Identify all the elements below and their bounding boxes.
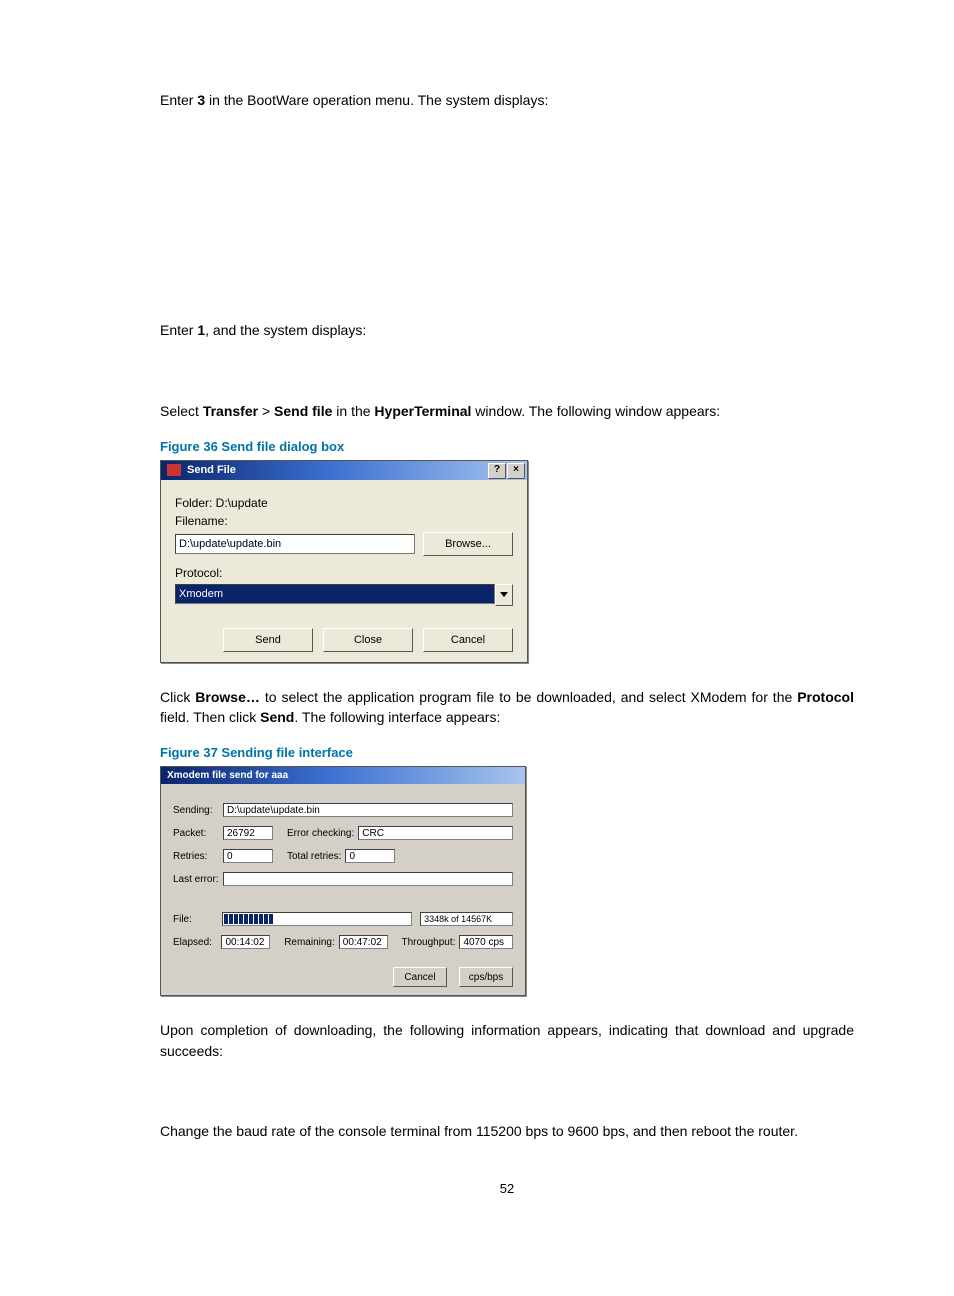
protocol-combo[interactable]: Xmodem xyxy=(175,584,513,606)
packet-value: 26792 xyxy=(223,826,273,840)
text: . The following interface appears: xyxy=(294,709,500,725)
elapsed-label: Elapsed: xyxy=(173,937,221,948)
text-bold: Send file xyxy=(274,403,332,419)
text: Select xyxy=(160,403,203,419)
xmodem-progress-dialog: Xmodem file send for aaa Sending: D:\upd… xyxy=(160,766,526,996)
filename-input[interactable] xyxy=(175,534,415,554)
text: Enter xyxy=(160,92,197,108)
total-retries-label: Total retries: xyxy=(287,851,341,862)
remaining-label: Remaining: xyxy=(284,937,335,948)
text: to select the application program file t… xyxy=(260,689,797,705)
text: in the BootWare operation menu. The syst… xyxy=(205,92,548,108)
app-icon xyxy=(167,464,181,476)
paragraph-5: Upon completion of downloading, the foll… xyxy=(160,1020,854,1061)
remaining-value: 00:47:02 xyxy=(339,935,388,949)
figure-36-caption: Figure 36 Send file dialog box xyxy=(160,439,854,454)
text-bold: Send xyxy=(260,709,294,725)
sending-label: Sending: xyxy=(173,805,223,816)
error-checking-label: Error checking: xyxy=(287,828,354,839)
total-retries-value: 0 xyxy=(345,849,395,863)
text-bold: Browse… xyxy=(195,689,260,705)
text: Enter xyxy=(160,322,197,338)
protocol-value: Xmodem xyxy=(175,584,495,604)
dropdown-button[interactable] xyxy=(495,584,513,606)
send-button[interactable]: Send xyxy=(223,628,313,652)
paragraph-2: Enter 1, and the system displays: xyxy=(160,320,854,340)
paragraph-4: Click Browse… to select the application … xyxy=(160,687,854,728)
window-title: Xmodem file send for aaa xyxy=(167,770,288,781)
close-dialog-button[interactable]: Close xyxy=(323,628,413,652)
filename-label: Filename: xyxy=(175,514,513,528)
chevron-down-icon xyxy=(500,592,508,597)
text-bold: 1 xyxy=(197,322,205,338)
last-error-value xyxy=(223,872,513,886)
send-file-dialog: Send File ? × Folder: D:\update Filename… xyxy=(160,460,528,663)
text: window. The following window appears: xyxy=(471,403,720,419)
text: Click xyxy=(160,689,195,705)
text-bold: 3 xyxy=(197,92,205,108)
sending-value: D:\update\update.bin xyxy=(223,803,513,817)
titlebar[interactable]: Send File ? × xyxy=(161,461,527,480)
window-title: Send File xyxy=(187,464,236,476)
text-bold: Transfer xyxy=(203,403,258,419)
text-bold: Protocol xyxy=(797,689,854,705)
cancel-button[interactable]: Cancel xyxy=(423,628,513,652)
progress-bar xyxy=(222,912,412,926)
throughput-value: 4070 cps xyxy=(459,935,513,949)
cancel-button[interactable]: Cancel xyxy=(393,967,447,987)
help-button[interactable]: ? xyxy=(488,463,506,479)
file-label: File: xyxy=(173,914,222,925)
file-progress-text: 3348k of 14567K xyxy=(420,912,513,926)
last-error-label: Last error: xyxy=(173,874,223,885)
elapsed-value: 00:14:02 xyxy=(221,935,270,949)
text: field. Then click xyxy=(160,709,260,725)
retries-value: 0 xyxy=(223,849,273,863)
paragraph-3: Select Transfer > Send file in the Hyper… xyxy=(160,401,854,421)
text: in the xyxy=(332,403,374,419)
protocol-label: Protocol: xyxy=(175,566,513,580)
paragraph-1: Enter 3 in the BootWare operation menu. … xyxy=(160,90,854,110)
error-checking-value: CRC xyxy=(358,826,513,840)
text: > xyxy=(258,403,274,419)
cpsbps-button[interactable]: cps/bps xyxy=(459,967,513,987)
text-bold: HyperTerminal xyxy=(374,403,471,419)
titlebar[interactable]: Xmodem file send for aaa xyxy=(161,767,525,784)
page-number: 52 xyxy=(160,1181,854,1196)
text: , and the system displays: xyxy=(205,322,366,338)
retries-label: Retries: xyxy=(173,851,223,862)
packet-label: Packet: xyxy=(173,828,223,839)
close-button[interactable]: × xyxy=(507,463,525,479)
paragraph-6: Change the baud rate of the console term… xyxy=(160,1121,854,1141)
folder-label: Folder: D:\update xyxy=(175,496,513,510)
browse-button[interactable]: Browse... xyxy=(423,532,513,556)
figure-37-caption: Figure 37 Sending file interface xyxy=(160,745,854,760)
throughput-label: Throughput: xyxy=(402,937,456,948)
